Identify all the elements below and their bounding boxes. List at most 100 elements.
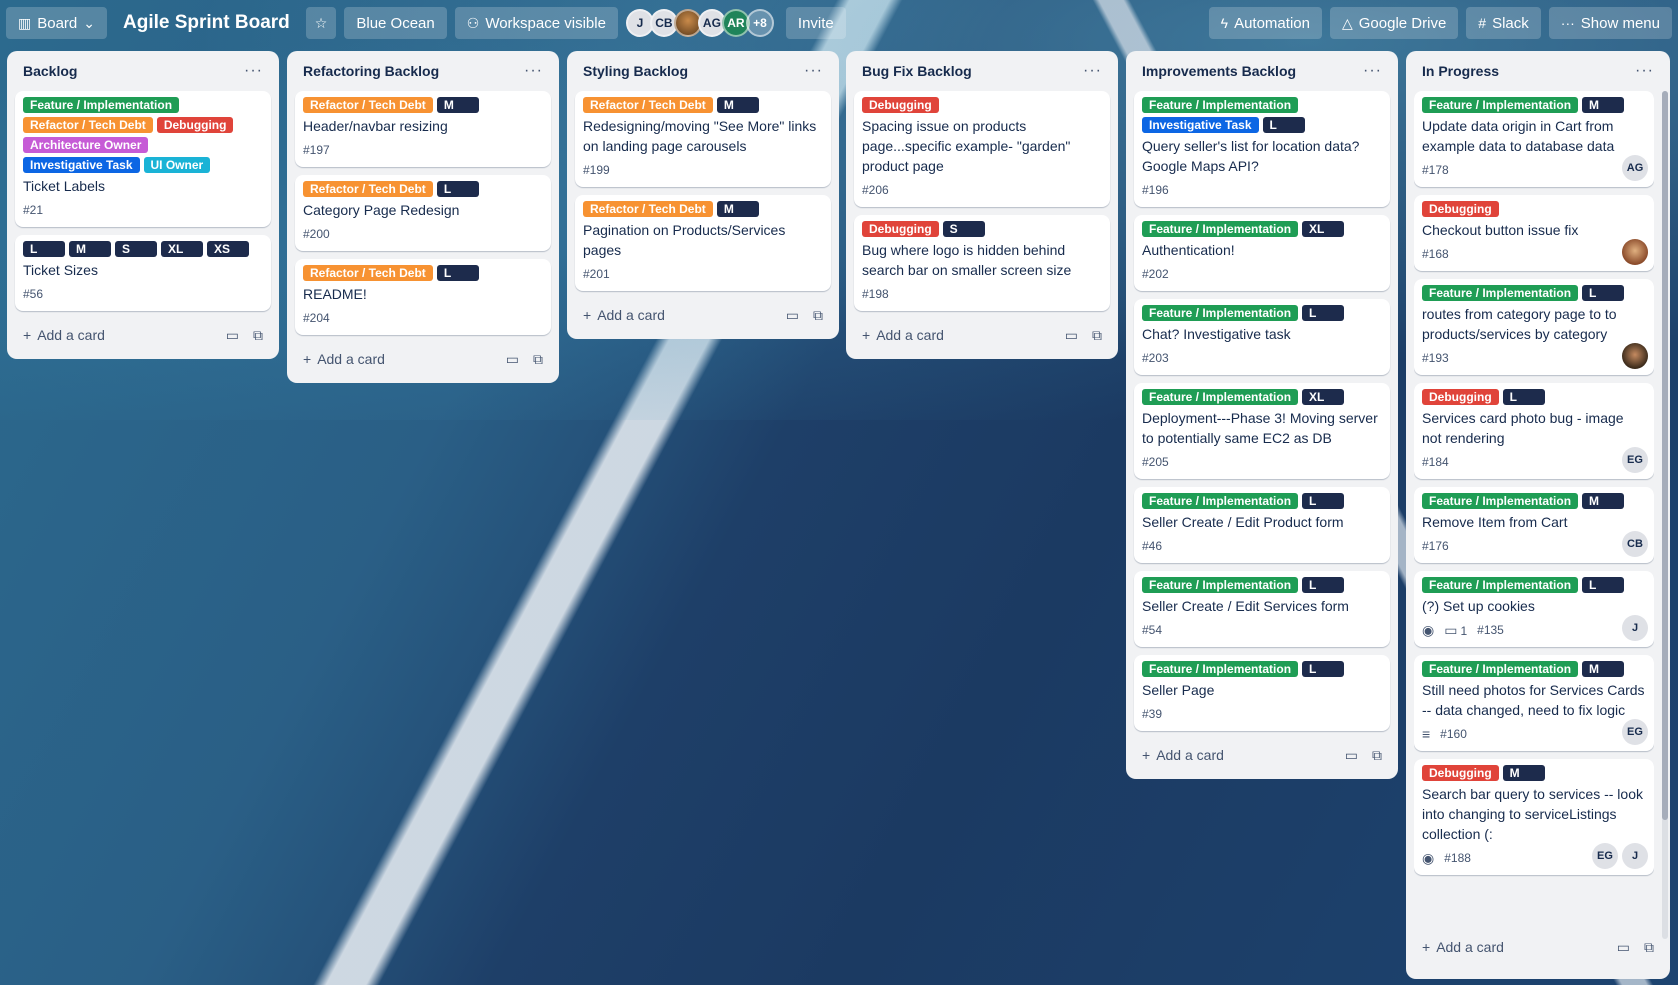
avatar[interactable]: EG (1622, 719, 1648, 745)
label-feature[interactable]: Feature / Implementation (1422, 285, 1579, 301)
list-menu-icon[interactable]: ··· (804, 62, 823, 80)
avatar[interactable] (1622, 239, 1648, 265)
label-size[interactable]: XL (161, 241, 203, 257)
template-icon[interactable]: ⧉ (1372, 748, 1382, 762)
label-debugging[interactable]: Debugging (156, 117, 234, 133)
add-card-button[interactable]: + Add a card ▭ ⧉ (854, 319, 1110, 351)
card[interactable]: Feature / Implementation Lroutes from cat… (1414, 279, 1654, 375)
label-size[interactable]: M (436, 97, 479, 113)
add-card-button[interactable]: + Add a card ▭ ⧉ (575, 299, 831, 331)
card[interactable]: Feature / Implementation M Still need phot… (1414, 655, 1654, 751)
label-refactor[interactable]: Refactor / Tech Debt (303, 181, 433, 197)
label-size[interactable]: XL (1302, 221, 1345, 237)
label-feature[interactable]: Feature / Implementation (1142, 97, 1299, 113)
label-feature[interactable]: Feature / Implementation (1422, 97, 1579, 113)
label-feature[interactable]: Feature / Implementation (1422, 493, 1579, 509)
card[interactable]: Feature / Implementation XL Authentication… (1134, 215, 1390, 291)
card[interactable]: Debugging M Search bar query to services -… (1414, 759, 1654, 875)
scrollbar-thumb[interactable] (1662, 91, 1668, 821)
label-investigative[interactable]: Investigative Task (1142, 117, 1259, 133)
label-size[interactable]: M (1582, 493, 1625, 509)
label-refactor[interactable]: Refactor / Tech Debt (583, 97, 713, 113)
label-size[interactable]: M (1582, 97, 1625, 113)
template-icon[interactable]: ⧉ (253, 328, 263, 342)
video-icon[interactable]: ▭ (786, 308, 799, 322)
member-avatars[interactable]: J CB AG AR +8 (625, 9, 774, 37)
label-feature[interactable]: Feature / Implementation (1422, 661, 1579, 677)
card[interactable]: Feature / Implementation Investigative Ta… (1134, 91, 1390, 207)
label-refactor[interactable]: Refactor / Tech Debt (583, 201, 713, 217)
board-title[interactable]: Agile Sprint Board (115, 12, 298, 34)
avatar[interactable]: CB (1622, 531, 1648, 557)
label-size[interactable]: L (1302, 305, 1345, 321)
label-size[interactable]: L (1582, 577, 1625, 593)
invite-button[interactable]: Invite (785, 7, 846, 39)
video-icon[interactable]: ▭ (1065, 328, 1078, 342)
label-size[interactable]: S (115, 241, 157, 257)
list-menu-icon[interactable]: ··· (1635, 62, 1654, 80)
card[interactable]: Refactor / Tech Debt L Category Page Redes… (295, 175, 551, 251)
label-debugging[interactable]: Debugging (1422, 765, 1499, 781)
card[interactable]: Feature / Implementation Refactor / Tech … (15, 91, 271, 227)
label-refactor[interactable]: Refactor / Tech Debt (23, 117, 153, 133)
list-scrollbar[interactable] (1662, 91, 1668, 939)
list-title[interactable]: Bug Fix Backlog (862, 63, 972, 79)
avatar[interactable]: EG (1592, 843, 1618, 869)
label-debugging[interactable]: Debugging (862, 97, 939, 113)
card[interactable]: Refactor / Tech Debt M Redesigning/moving … (575, 91, 831, 187)
template-icon[interactable]: ⧉ (813, 308, 823, 322)
label-refactor[interactable]: Refactor / Tech Debt (303, 265, 433, 281)
list-menu-icon[interactable]: ··· (524, 62, 543, 80)
automation-button[interactable]: ϟ Automation (1208, 7, 1322, 39)
google-drive-button[interactable]: △ Google Drive (1329, 7, 1459, 39)
label-size[interactable]: M (716, 97, 759, 113)
label-feature[interactable]: Feature / Implementation (1142, 577, 1299, 593)
list-title[interactable]: Improvements Backlog (1142, 63, 1296, 79)
list-title[interactable]: Styling Backlog (583, 63, 688, 79)
list-menu-icon[interactable]: ··· (1083, 62, 1102, 80)
list-title[interactable]: Refactoring Backlog (303, 63, 439, 79)
template-icon[interactable]: ⧉ (533, 352, 543, 366)
label-size[interactable]: L (1302, 661, 1345, 677)
card[interactable]: Refactor / Tech Debt M Pagination on Produ… (575, 195, 831, 291)
avatar[interactable] (1622, 343, 1648, 369)
label-size[interactable]: L (1262, 117, 1305, 133)
video-icon[interactable]: ▭ (226, 328, 239, 342)
show-menu-button[interactable]: ··· Show menu (1548, 7, 1672, 39)
add-card-button[interactable]: + Add a card ▭ ⧉ (295, 343, 551, 375)
slack-button[interactable]: # Slack (1466, 7, 1541, 39)
label-size[interactable]: M (69, 241, 111, 257)
list-title[interactable]: In Progress (1422, 63, 1499, 79)
label-size[interactable]: S (942, 221, 985, 237)
template-icon[interactable]: ⧉ (1092, 328, 1102, 342)
visibility-button[interactable]: ⚇ Workspace visible (454, 7, 618, 39)
label-size[interactable]: L (23, 241, 65, 257)
add-card-button[interactable]: + Add a card ▭ ⧉ (1134, 739, 1390, 771)
label-size[interactable]: L (436, 265, 479, 281)
label-investigative[interactable]: Investigative Task (23, 157, 140, 173)
card[interactable]: Feature / Implementation M Update data ori… (1414, 91, 1654, 187)
label-refactor[interactable]: Refactor / Tech Debt (303, 97, 433, 113)
card[interactable]: Debugging Spacing issue on products page.… (854, 91, 1110, 207)
card[interactable]: Feature / Implementation M Remove Item fro… (1414, 487, 1654, 563)
label-feature[interactable]: Feature / Implementation (1142, 389, 1299, 405)
card[interactable]: Feature / Implementation L Seller Create /… (1134, 571, 1390, 647)
video-icon[interactable]: ▭ (506, 352, 519, 366)
avatar[interactable]: J (1622, 843, 1648, 869)
list-title[interactable]: Backlog (23, 63, 77, 79)
label-architecture[interactable]: Architecture Owner (23, 137, 149, 153)
label-debugging[interactable]: Debugging (862, 221, 939, 237)
card[interactable]: Feature / Implementation XL Deployment---P… (1134, 383, 1390, 479)
label-size[interactable]: L (1302, 493, 1345, 509)
label-size[interactable]: XL (1302, 389, 1345, 405)
list-menu-icon[interactable]: ··· (244, 62, 263, 80)
card[interactable]: Refactor / Tech Debt L README! #204 (295, 259, 551, 335)
label-size[interactable]: L (1302, 577, 1345, 593)
avatar[interactable]: J (1622, 615, 1648, 641)
view-switcher-button[interactable]: ▥ Board ⌄ (6, 7, 107, 39)
label-size[interactable]: XS (207, 241, 249, 257)
card[interactable]: Feature / Implementation L Seller Page #39 (1134, 655, 1390, 731)
avatar[interactable]: EG (1622, 447, 1648, 473)
label-feature[interactable]: Feature / Implementation (1422, 577, 1579, 593)
label-feature[interactable]: Feature / Implementation (23, 97, 180, 113)
